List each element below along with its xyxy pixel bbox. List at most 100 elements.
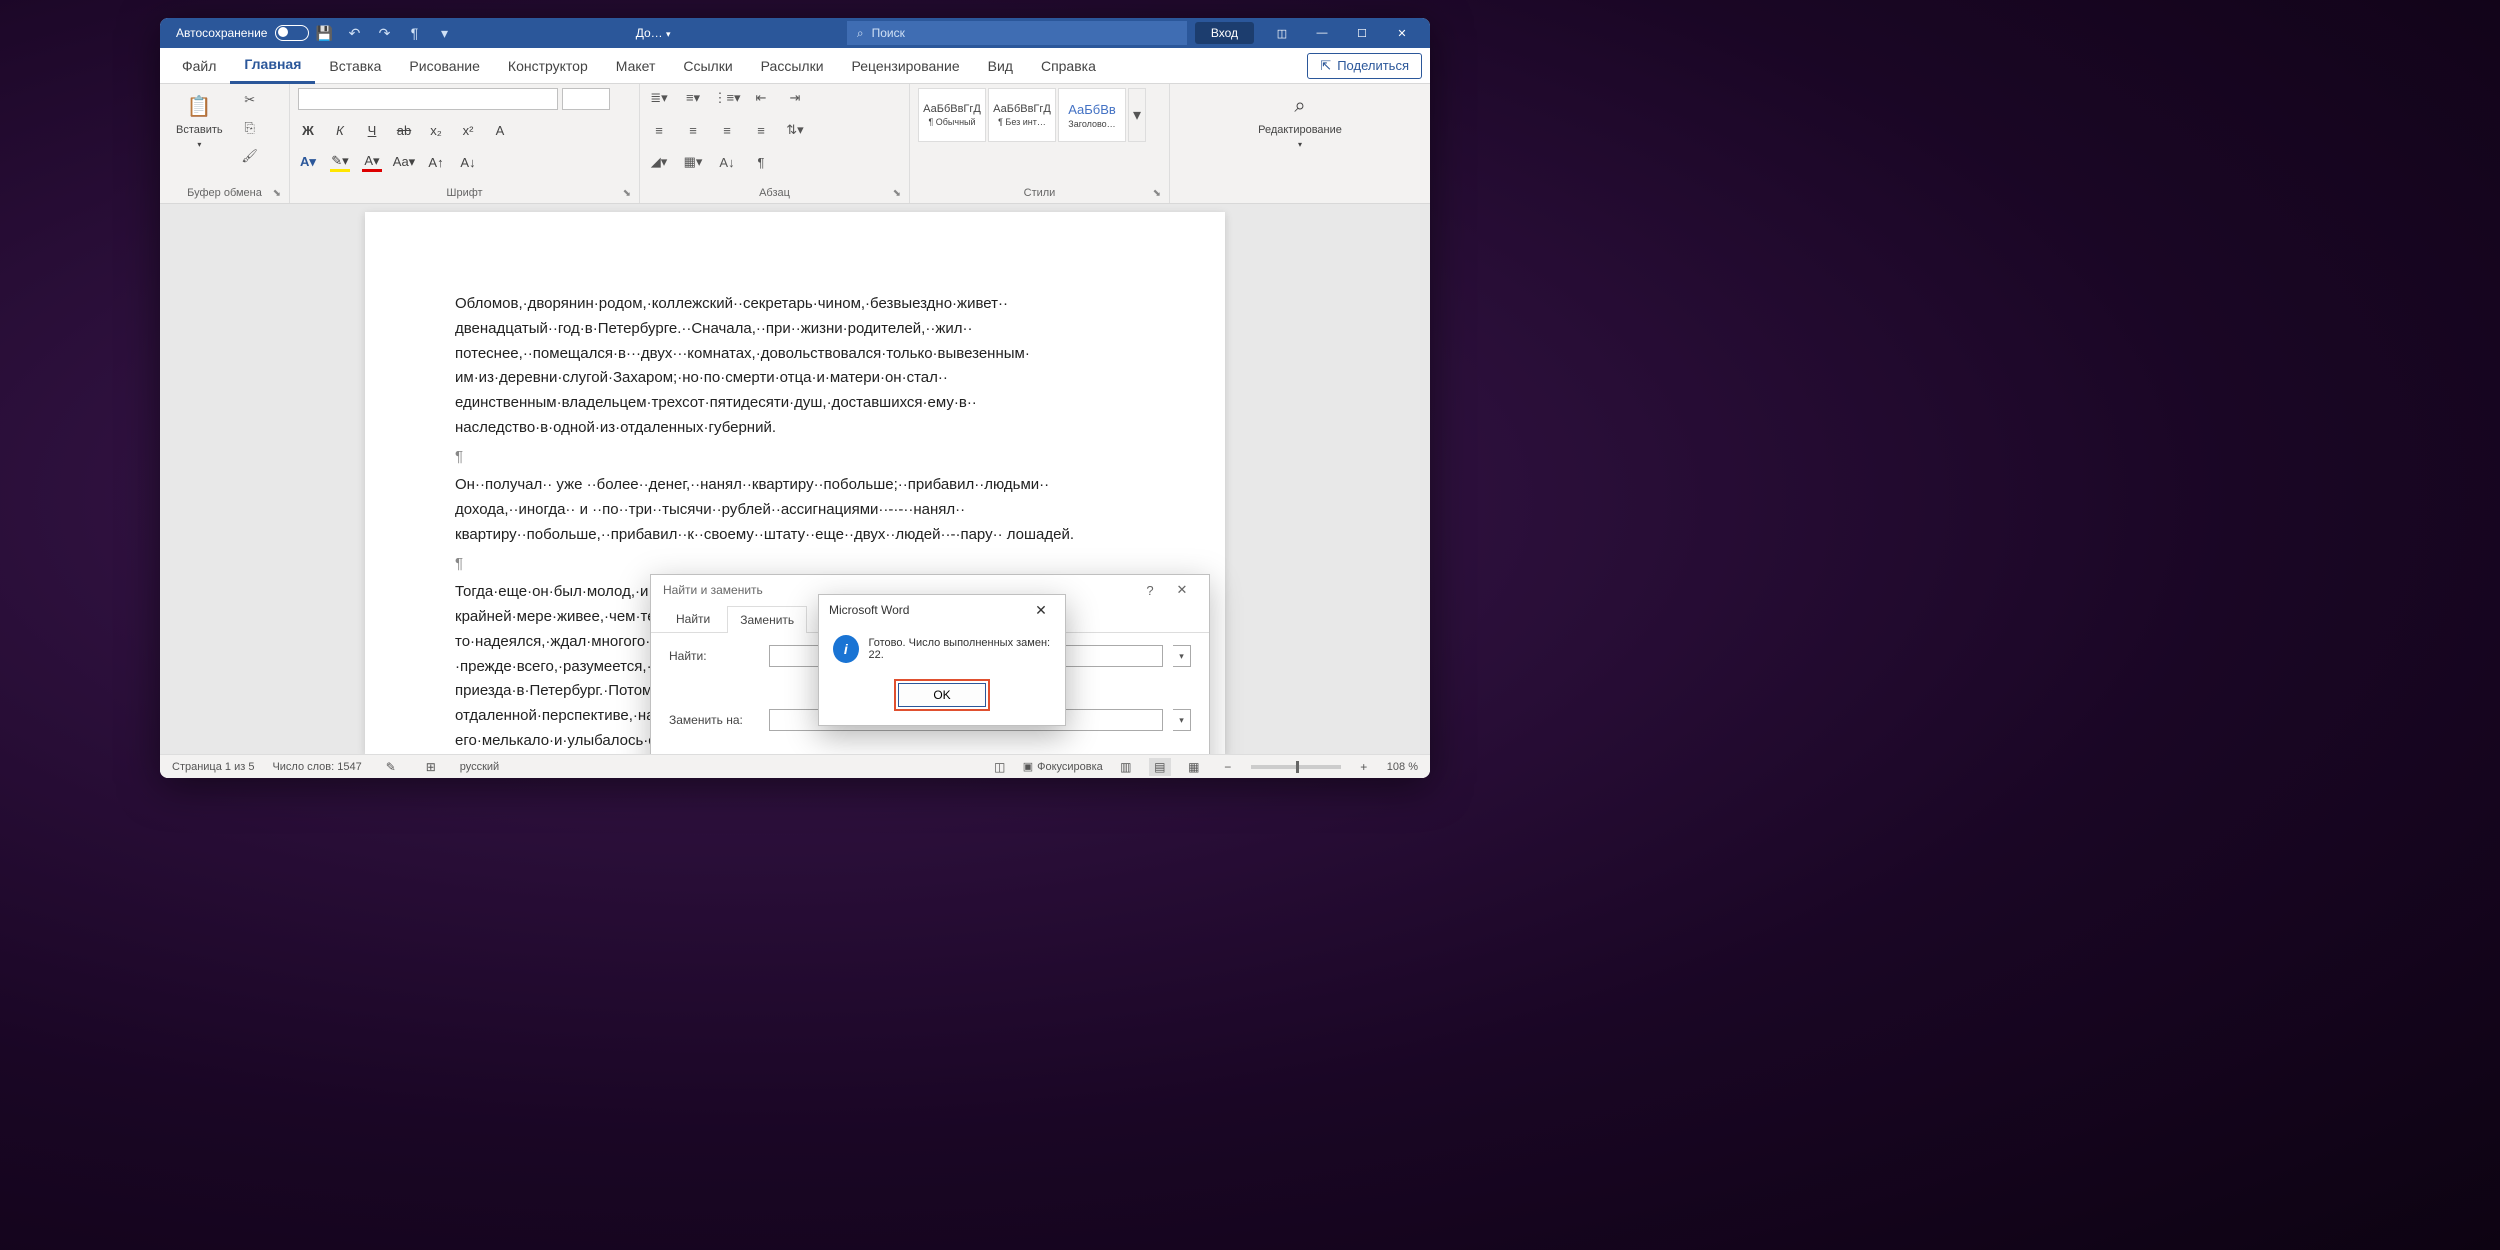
- print-layout-icon[interactable]: ▤: [1149, 758, 1171, 776]
- tab-draw[interactable]: Рисование: [395, 48, 494, 84]
- paragraph[interactable]: Обломов,·дворянин·родом,·коллежский··сек…: [455, 292, 1135, 441]
- align-right-button[interactable]: ≡: [716, 120, 738, 140]
- close-icon[interactable]: ✕: [1382, 19, 1422, 47]
- style-normal[interactable]: АаБбВвГгД ¶ Обычный: [918, 88, 986, 142]
- highlight-button[interactable]: ✎▾: [330, 152, 350, 172]
- style-no-spacing[interactable]: АаБбВвГгД ¶ Без инт…: [988, 88, 1056, 142]
- increase-indent-button[interactable]: ⇥: [784, 88, 806, 108]
- italic-button[interactable]: К: [330, 120, 350, 140]
- launcher-icon[interactable]: ⬊: [1153, 188, 1161, 199]
- ok-button[interactable]: OK: [898, 683, 985, 707]
- toggle-icon[interactable]: [275, 25, 309, 41]
- language-indicator[interactable]: русский: [460, 761, 499, 773]
- styles-more-button[interactable]: ▾: [1128, 88, 1146, 142]
- tab-replace[interactable]: Заменить: [727, 606, 807, 633]
- msg-title-text: Microsoft Word: [829, 603, 909, 617]
- zoom-level[interactable]: 108 %: [1387, 761, 1418, 773]
- tab-help[interactable]: Справка: [1027, 48, 1110, 84]
- zoom-slider[interactable]: [1251, 765, 1341, 769]
- replace-label: Заменить на:: [669, 713, 759, 727]
- autosave-toggle[interactable]: Автосохранение: [176, 25, 309, 41]
- document-area[interactable]: Обломов,·дворянин·родом,·коллежский··сек…: [160, 204, 1430, 754]
- format-painter-icon[interactable]: 🖌: [237, 144, 263, 168]
- change-case-button[interactable]: Aa▾: [394, 152, 414, 172]
- undo-icon[interactable]: ↶: [339, 19, 369, 47]
- tab-find[interactable]: Найти: [663, 605, 723, 632]
- tab-review[interactable]: Рецензирование: [838, 48, 974, 84]
- cut-icon[interactable]: ✂: [237, 88, 263, 112]
- align-left-button[interactable]: ≡: [648, 120, 670, 140]
- signin-button[interactable]: Вход: [1195, 22, 1254, 44]
- share-button[interactable]: ⇱ Поделиться: [1307, 53, 1422, 79]
- borders-button[interactable]: ▦▾: [682, 152, 704, 172]
- web-layout-icon[interactable]: ▦: [1183, 758, 1205, 776]
- underline-button[interactable]: Ч: [362, 120, 382, 140]
- style-heading1[interactable]: АаБбВв Заголово…: [1058, 88, 1126, 142]
- group-label: Буфер обмена⬊: [168, 185, 281, 201]
- tab-file[interactable]: Файл: [168, 48, 230, 84]
- decrease-indent-button[interactable]: ⇤: [750, 88, 772, 108]
- bullets-button[interactable]: ≣▾: [648, 88, 670, 108]
- search-placeholder: Поиск: [872, 26, 905, 40]
- search-input[interactable]: ⌕ Поиск: [847, 21, 1187, 45]
- tab-home[interactable]: Главная: [230, 48, 315, 84]
- text-effects-button[interactable]: A: [490, 120, 510, 140]
- tab-layout[interactable]: Макет: [602, 48, 670, 84]
- paste-button[interactable]: 📋 Вставить ▾: [168, 88, 231, 153]
- numbering-button[interactable]: ≡▾: [682, 88, 704, 108]
- find-button[interactable]: ⌕ Редактирование ▾: [1250, 88, 1350, 153]
- minimize-icon[interactable]: —: [1302, 19, 1342, 47]
- line-spacing-button[interactable]: ⇅▾: [784, 120, 806, 140]
- tab-view[interactable]: Вид: [974, 48, 1027, 84]
- shading-button[interactable]: ◢▾: [648, 152, 670, 172]
- multilevel-button[interactable]: ⋮≡▾: [716, 88, 738, 108]
- ribbon-display-icon[interactable]: ◫: [1262, 19, 1302, 47]
- bold-button[interactable]: Ж: [298, 120, 318, 140]
- word-count[interactable]: Число слов: 1547: [272, 761, 361, 773]
- show-marks-button[interactable]: ¶: [750, 152, 772, 172]
- tab-design[interactable]: Конструктор: [494, 48, 602, 84]
- zoom-out-button[interactable]: −: [1217, 758, 1239, 776]
- grow-font-button[interactable]: A↑: [426, 152, 446, 172]
- tab-references[interactable]: Ссылки: [669, 48, 746, 84]
- shrink-font-button[interactable]: A↓: [458, 152, 478, 172]
- dropdown-icon[interactable]: ▾: [1173, 709, 1191, 731]
- style-preview: АаБбВвГгД: [923, 103, 981, 115]
- maximize-icon[interactable]: ☐: [1342, 19, 1382, 47]
- copy-icon[interactable]: ⎘: [237, 116, 263, 140]
- launcher-icon[interactable]: ⬊: [893, 188, 901, 199]
- tab-mailings[interactable]: Рассылки: [747, 48, 838, 84]
- align-center-button[interactable]: ≡: [682, 120, 704, 140]
- accessibility-icon[interactable]: ⊞: [420, 758, 442, 776]
- clipboard-icon: 📋: [185, 92, 213, 120]
- redo-icon[interactable]: ↷: [369, 19, 399, 47]
- font-size-input[interactable]: [562, 88, 610, 110]
- dropdown-icon[interactable]: ▾: [1173, 645, 1191, 667]
- page-indicator[interactable]: Страница 1 из 5: [172, 761, 254, 773]
- launcher-icon[interactable]: ⬊: [623, 188, 631, 199]
- group-font: Ж К Ч ab x₂ x² A A▾ ✎▾ A▾ Aa▾ A↑ A↓ Шриф: [290, 84, 640, 203]
- tab-insert[interactable]: Вставка: [315, 48, 395, 84]
- close-icon[interactable]: ✕: [1167, 577, 1197, 603]
- sort-button[interactable]: A↓: [716, 152, 738, 172]
- para-mark: ¶: [455, 445, 1135, 470]
- qat-more-icon[interactable]: ▾: [429, 19, 459, 47]
- pilcrow-icon[interactable]: ¶: [399, 19, 429, 47]
- focus-mode-button[interactable]: ▣Фокусировка: [1023, 760, 1103, 773]
- spellcheck-icon[interactable]: ✎: [380, 758, 402, 776]
- launcher-icon[interactable]: ⬊: [273, 188, 281, 199]
- justify-button[interactable]: ≡: [750, 120, 772, 140]
- save-icon[interactable]: 💾: [309, 19, 339, 47]
- subscript-button[interactable]: x₂: [426, 120, 446, 140]
- help-icon[interactable]: ?: [1135, 577, 1165, 603]
- font-color-button[interactable]: A▾: [298, 152, 318, 172]
- superscript-button[interactable]: x²: [458, 120, 478, 140]
- close-icon[interactable]: ✕: [1027, 598, 1055, 622]
- read-mode-icon[interactable]: ▥: [1115, 758, 1137, 776]
- strikethrough-button[interactable]: ab: [394, 120, 414, 140]
- zoom-in-button[interactable]: +: [1353, 758, 1375, 776]
- font-name-input[interactable]: [298, 88, 558, 110]
- font-color2-button[interactable]: A▾: [362, 152, 382, 172]
- paragraph[interactable]: Он··получал·· уже ··более··денег,··нанял…: [455, 473, 1135, 547]
- display-settings-icon[interactable]: ◫: [989, 758, 1011, 776]
